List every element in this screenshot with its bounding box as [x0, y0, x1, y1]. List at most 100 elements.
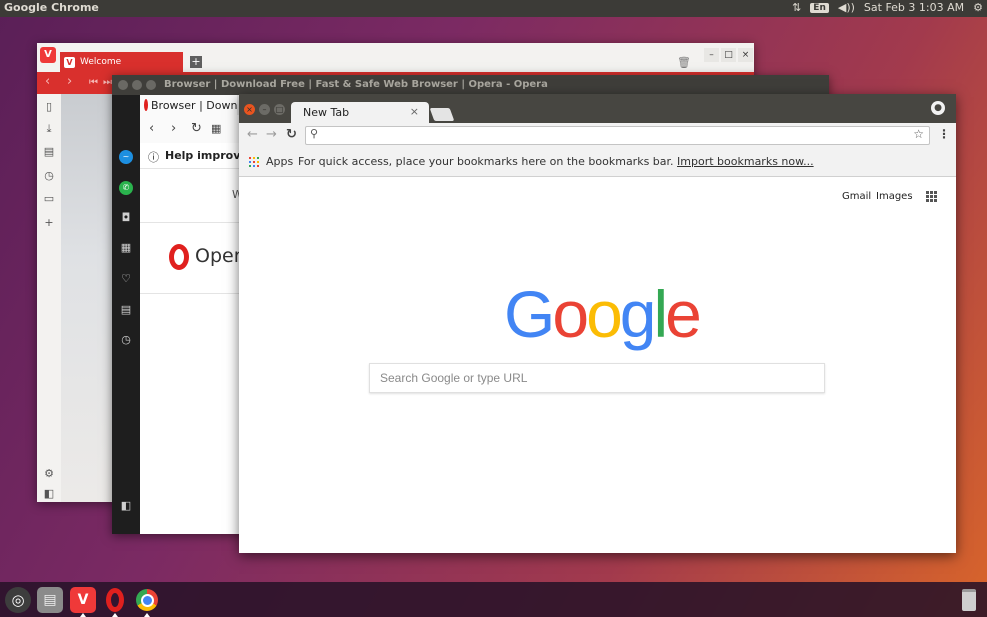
opera-logo-icon [169, 244, 189, 270]
vivaldi-side-panel: ▯ ⤓ ▤ ◷ ▭ + ⚙ ◧ [37, 94, 61, 502]
back-icon[interactable]: ‹ [149, 121, 154, 136]
google-apps-icon[interactable] [926, 191, 937, 202]
trash-icon[interactable]: 🗑 [677, 56, 691, 69]
bookmark-star-icon[interactable]: ☆ [913, 127, 924, 141]
reload-icon[interactable]: ↻ [191, 121, 202, 136]
history-icon[interactable]: ◷ [43, 169, 55, 182]
opera-tab-label: Browser | Downlo [151, 98, 237, 112]
keyboard-layout-indicator[interactable]: En [810, 2, 829, 13]
vivaldi-tab-bar: V V Welcome + 🗑 – □ × [37, 43, 754, 72]
heart-icon[interactable]: ♡ [119, 272, 133, 286]
bookmarks-hint: For quick access, place your bookmarks h… [298, 155, 814, 168]
close-button[interactable] [118, 80, 128, 90]
chrome-window[interactable]: × – □ New Tab × ● ← → ↻ ⚲ ☆ ⋮ Apps For q… [239, 94, 956, 553]
info-icon: ⓘ [148, 151, 159, 164]
add-panel-icon[interactable]: + [43, 216, 55, 229]
clock[interactable]: Sat Feb 3 1:03 AM [864, 1, 964, 14]
chrome-title-bar: × – □ New Tab × ● [239, 94, 956, 123]
minimize-button[interactable]: – [704, 48, 719, 62]
google-logo: Google [504, 276, 702, 352]
forward-icon[interactable]: → [266, 127, 277, 142]
speed-dial-icon[interactable]: ▦ [119, 241, 133, 255]
download-icon[interactable]: ⤓ [43, 122, 55, 136]
opera-o-icon [106, 588, 124, 612]
vivaldi-launcher-icon[interactable]: V [70, 587, 96, 613]
vivaldi-menu-icon[interactable]: V [40, 47, 56, 63]
close-button[interactable]: × [244, 104, 255, 115]
opera-window-title: Browser | Download Free | Fast & Safe We… [164, 79, 548, 90]
vivaldi-favicon-icon: V [64, 56, 75, 68]
reload-icon[interactable]: ↻ [286, 127, 297, 142]
bookmark-icon[interactable]: ▯ [43, 100, 55, 113]
settings-gear-icon[interactable]: ⚙ [973, 1, 983, 14]
opera-title-bar: Browser | Download Free | Fast & Safe We… [112, 75, 829, 95]
camera-icon[interactable]: ◘ [119, 211, 133, 225]
maximize-button[interactable]: □ [721, 48, 736, 62]
opera-launcher-icon[interactable] [102, 587, 128, 613]
vivaldi-window-controls: – □ × [704, 48, 753, 62]
window-panel-icon[interactable]: ▭ [43, 192, 55, 205]
google-logo-letter: o [586, 277, 623, 351]
back-icon[interactable]: ← [247, 127, 258, 142]
apps-grid-icon[interactable] [249, 157, 259, 167]
news-icon[interactable]: ▤ [119, 303, 133, 317]
chrome-logo-center [140, 593, 154, 607]
trash-launcher-icon[interactable] [956, 587, 982, 613]
settings-icon[interactable]: ⚙ [43, 467, 55, 480]
gmail-link[interactable]: Gmail [842, 191, 871, 202]
speed-dial-button-icon[interactable]: ▦ [211, 122, 221, 135]
google-search-box[interactable] [369, 363, 825, 393]
google-logo-letter: g [619, 277, 657, 351]
running-indicator [112, 613, 118, 617]
back-icon[interactable]: ‹ [45, 74, 50, 89]
vivaldi-new-tab-button[interactable]: + [190, 56, 202, 68]
google-logo-letter: G [504, 277, 555, 351]
minimize-button[interactable]: – [259, 104, 270, 115]
top-panel: Google Chrome ⇅ En ◀)) Sat Feb 3 1:03 AM… [0, 0, 987, 17]
minimize-button[interactable] [132, 80, 142, 90]
profile-icon[interactable]: ● [931, 101, 945, 115]
chrome-launcher-icon[interactable] [134, 587, 160, 613]
forward-icon[interactable]: › [67, 74, 72, 89]
vivaldi-v-icon: V [77, 592, 89, 608]
new-tab-button[interactable] [429, 108, 455, 121]
volume-icon[interactable]: ◀)) [838, 1, 855, 14]
close-button[interactable]: × [738, 48, 753, 62]
google-logo-letter: l [653, 277, 669, 351]
google-search-input[interactable] [378, 370, 822, 386]
google-logo-letter: e [665, 277, 702, 351]
notes-icon[interactable]: ▤ [43, 145, 55, 158]
panel-toggle-icon[interactable]: ◧ [43, 487, 55, 500]
forward-icon[interactable]: › [171, 121, 176, 136]
whatsapp-icon[interactable]: ✆ [119, 181, 133, 195]
chrome-tab-new-tab[interactable]: New Tab × [291, 102, 429, 123]
maximize-button[interactable]: □ [274, 104, 285, 115]
running-indicator [144, 613, 150, 617]
sidebar-toggle-icon[interactable]: ◧ [119, 499, 133, 513]
maximize-button[interactable] [146, 80, 156, 90]
active-app-title: Google Chrome [4, 1, 99, 14]
bookmarks-hint-text: For quick access, place your bookmarks h… [298, 155, 674, 168]
history-icon[interactable]: ◷ [119, 333, 133, 347]
running-indicator [80, 613, 86, 617]
ubuntu-logo-icon: ◎ [11, 591, 25, 609]
messenger-icon[interactable]: ~ [119, 150, 133, 164]
chrome-menu-icon[interactable]: ⋮ [938, 127, 950, 141]
import-bookmarks-link[interactable]: Import bookmarks now... [677, 155, 814, 168]
fast-forward-icon[interactable]: ⏭ [103, 77, 112, 88]
dash-home-icon[interactable]: ◎ [5, 587, 31, 613]
network-icon[interactable]: ⇅ [792, 1, 801, 14]
chrome-logo-icon [136, 589, 158, 611]
files-icon[interactable]: ▤ [37, 587, 63, 613]
vivaldi-tab-label: Welcome [80, 57, 122, 67]
google-logo-letter: o [552, 277, 589, 351]
vivaldi-tab-welcome[interactable]: V Welcome [60, 52, 183, 72]
chrome-toolbar: ← → ↻ ⚲ ☆ ⋮ [239, 123, 956, 148]
tab-close-icon[interactable]: × [410, 105, 419, 118]
rewind-icon[interactable]: ⏮ [89, 77, 98, 88]
chrome-tab-label: New Tab [303, 106, 350, 119]
apps-link[interactable]: Apps [266, 155, 293, 168]
omnibox[interactable]: ⚲ ☆ [305, 126, 930, 145]
images-link[interactable]: Images [876, 191, 913, 202]
opera-tab[interactable]: Browser | Downlo [140, 95, 237, 115]
